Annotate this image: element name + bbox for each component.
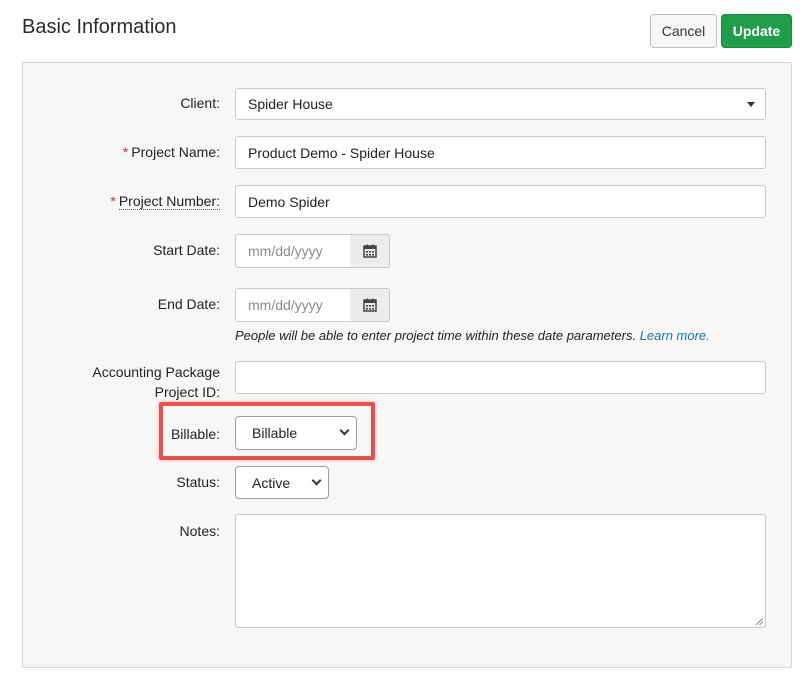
notes-textarea[interactable] (235, 514, 766, 628)
chevron-down-icon (311, 475, 322, 485)
calendar-icon (362, 298, 377, 312)
client-value: Spider House (248, 96, 333, 112)
project-name-label: * Project Name: (122, 144, 220, 160)
status-select[interactable]: Active (235, 466, 329, 499)
status-label: Status: (176, 474, 220, 490)
cancel-button[interactable]: Cancel (650, 14, 717, 48)
notes-label: Notes: (179, 523, 220, 539)
project-name-input[interactable]: Product Demo - Spider House (235, 136, 766, 169)
highlight-box (159, 402, 375, 460)
caret-down-icon (747, 102, 755, 107)
calendar-icon (362, 244, 377, 258)
end-date-calendar-button[interactable] (350, 288, 390, 322)
project-number-label: * Project Number: (110, 193, 220, 210)
learn-more-link[interactable]: Learn more. (640, 328, 710, 343)
start-date-input[interactable]: mm/dd/yyyy (235, 234, 351, 268)
start-date-calendar-button[interactable] (350, 234, 390, 268)
resize-handle-icon[interactable] (755, 617, 763, 625)
page-title: Basic Information (22, 16, 177, 38)
accounting-id-label: Accounting Package Project ID: (92, 364, 220, 400)
client-label: Client: (180, 95, 220, 111)
end-date-label: End Date: (157, 296, 220, 312)
client-select[interactable]: Spider House (235, 88, 766, 120)
accounting-id-input[interactable] (235, 361, 766, 394)
update-button[interactable]: Update (721, 14, 792, 48)
date-help-text: People will be able to enter project tim… (235, 328, 710, 343)
required-asterisk: * (110, 193, 116, 209)
project-number-input[interactable]: Demo Spider (235, 185, 766, 218)
start-date-label: Start Date: (153, 242, 220, 258)
required-asterisk: * (122, 144, 129, 160)
end-date-input[interactable]: mm/dd/yyyy (235, 288, 351, 322)
